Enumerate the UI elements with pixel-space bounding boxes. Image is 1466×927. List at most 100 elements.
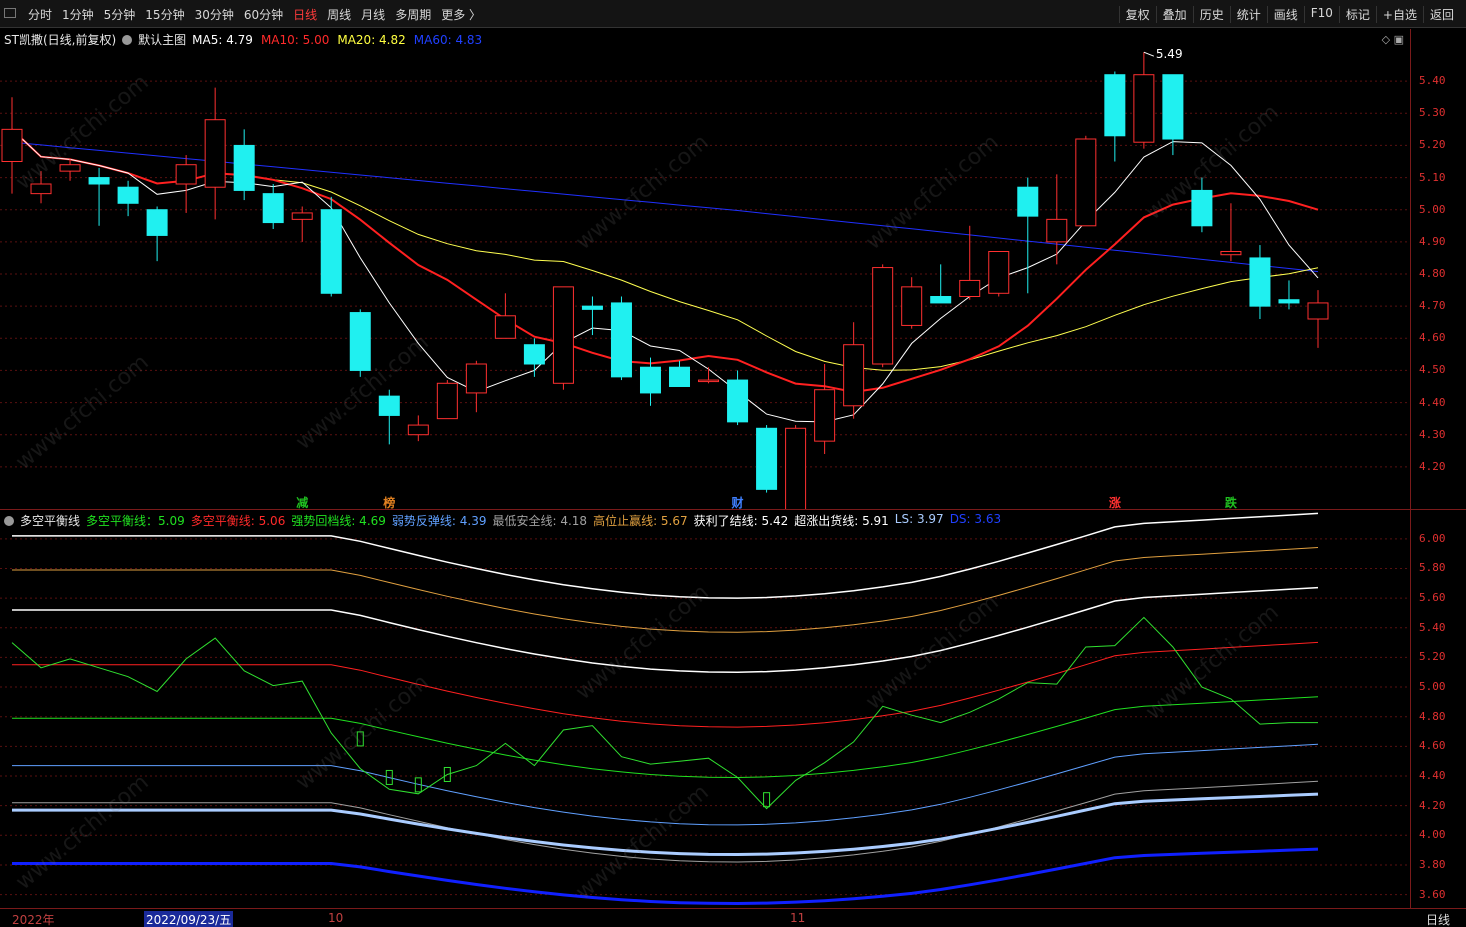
candle-body (117, 186, 139, 204)
sub-tick-1: 5.80 (1419, 561, 1446, 575)
candle-body (1162, 74, 1184, 140)
template-dropdown-icon[interactable] (122, 34, 133, 45)
candlestick-chart[interactable]: 5.49← 4.04 (0, 29, 1466, 509)
tool-button-0[interactable]: 复权 (1118, 6, 1156, 23)
candle-body (436, 382, 458, 420)
tab-9[interactable]: 多周期 (395, 6, 431, 23)
sub-tick-5: 5.00 (1419, 680, 1446, 694)
tool-button-2[interactable]: 历史 (1192, 6, 1230, 23)
tab-10[interactable]: 更多 〉 (441, 6, 481, 23)
indicator-axis: 6.00 5.80 5.60 5.40 5.20 5.00 4.80 4.60 4.40 4.20… (1410, 510, 1466, 908)
sub-tick-10: 4.00 (1419, 828, 1446, 842)
high-pointer (1143, 51, 1155, 57)
tab-8[interactable]: 月线 (361, 6, 385, 23)
candle-body (465, 363, 487, 394)
candle-body (59, 164, 81, 172)
indicator-legend: 多空平衡线 多空平衡线：5.09 多空平衡线: 5.06 强势回档线: 4.69 弱势… (4, 512, 1001, 529)
price-tick-8: 4.60 (1419, 331, 1446, 345)
ds-line (12, 847, 1319, 906)
candle-body (930, 296, 952, 304)
candle-body (1278, 299, 1300, 304)
main-legend: ST凯撒(日线,前复权) 默认主图 MA5: 4.79 MA10: 5.00 MA2… (4, 31, 482, 48)
tab-1[interactable]: 1分钟 (62, 6, 94, 23)
candle-body (639, 366, 661, 394)
month-oct-label: 10 (328, 911, 344, 925)
candle-body (1220, 251, 1242, 256)
candle-body (88, 177, 110, 185)
balance-green-line (11, 616, 1318, 810)
indicator-dropdown-icon[interactable] (4, 515, 14, 526)
sub-tick-9: 4.20 (1419, 798, 1446, 812)
indicator-legend-2: 强势回档线: 4.69 (291, 514, 386, 528)
indicator-name[interactable]: 多空平衡线 (20, 512, 80, 529)
tab-2[interactable]: 5分钟 (104, 6, 136, 23)
tool-button-5[interactable]: F10 (1303, 6, 1339, 23)
price-tick-6: 4.80 (1419, 267, 1446, 280)
candle-body (756, 427, 778, 490)
price-tick-2: 5.20 (1419, 138, 1446, 152)
indicator-panel[interactable]: 多空平衡线 多空平衡线：5.09 多空平衡线: 5.06 强势回档线: 4.69 弱势… (0, 510, 1466, 908)
high-price-label: 5.49 (1156, 47, 1183, 61)
year-label: 2022年 (12, 913, 55, 927)
price-tick-11: 4.30 (1419, 427, 1446, 441)
candle-body (204, 119, 226, 188)
candle-body (523, 344, 545, 365)
tab-3[interactable]: 15分钟 (145, 6, 184, 23)
tab-4[interactable]: 30分钟 (195, 6, 234, 23)
candle-body (1, 128, 23, 162)
sub-tick-12: 3.60 (1419, 887, 1446, 901)
selected-date: 2022/09/23/五 (144, 911, 234, 927)
tab-7[interactable]: 周线 (327, 6, 351, 23)
candle-body (262, 193, 284, 224)
tool-button-8[interactable]: 返回 (1422, 6, 1460, 23)
indicator-legend-9: DS: 3.63 (949, 512, 1002, 526)
sub-tick-0: 6.00 (1419, 531, 1446, 545)
tool-button-1[interactable]: 叠加 (1155, 6, 1193, 23)
sub-tick-6: 4.80 (1419, 709, 1446, 723)
candle-body (1075, 138, 1097, 227)
price-tick-9: 4.50 (1419, 363, 1446, 377)
menu-icon[interactable] (4, 8, 16, 18)
candle-body (349, 312, 371, 371)
candle-body (552, 286, 574, 384)
price-tick-0: 5.40 (1419, 74, 1446, 88)
candle-body (320, 209, 342, 294)
tab-6[interactable]: 日线 (293, 6, 317, 23)
tool-button-7[interactable]: +自选 (1375, 6, 1423, 23)
candle-body (785, 427, 807, 509)
candle-body (581, 305, 603, 310)
main-chart-panel[interactable]: 5.49← 4.04 ST凯撒(日线,前复权) 默认主图 MA5: 4.79MA… (0, 29, 1466, 510)
candle-body (843, 344, 865, 407)
period-indicator[interactable]: 日线 (1426, 911, 1450, 927)
indicator-legend-5: 高位止赢线: 5.67 (593, 514, 688, 528)
template-name[interactable]: 默认主图 (138, 31, 186, 48)
price-axis: 5.40 5.30 5.20 5.10 5.00 4.90 4.80 4.70 4.60 4.50… (1410, 29, 1466, 509)
tab-5[interactable]: 60分钟 (244, 6, 283, 23)
tool-buttons: 复权 叠加 历史 统计 画线 F10 标记 +自选 返回 (1118, 6, 1460, 23)
indicator-legend-0: 多空平衡线：5.09 (86, 514, 185, 528)
candle-body (669, 366, 691, 388)
tool-button-4[interactable]: 画线 (1266, 6, 1304, 23)
candle-body (146, 209, 168, 236)
tab-0[interactable]: 分时 (28, 6, 52, 23)
price-tick-10: 4.40 (1419, 395, 1446, 409)
candle-body (1249, 257, 1271, 307)
candle-body (698, 379, 720, 383)
candle-body (1104, 74, 1126, 137)
indicator-legend-3: 弱势反弹线: 4.39 (391, 514, 487, 528)
sub-tick-2: 5.60 (1419, 591, 1446, 605)
sub-tick-7: 4.60 (1419, 739, 1446, 753)
tool-button-3[interactable]: 统计 (1229, 6, 1267, 23)
indicator-legend-8: LS: 3.97 (894, 512, 944, 526)
indicator-chart[interactable] (0, 510, 1466, 908)
ma-legend-2: MA20: 4.82 (337, 32, 406, 47)
price-tick-1: 5.30 (1419, 106, 1446, 120)
panel-control-icons[interactable]: ◇ ▣ (1382, 33, 1404, 46)
sub-tick-3: 5.40 (1419, 620, 1446, 634)
indicator-legend-6: 获利了结线: 5.42 (693, 514, 789, 528)
candle-body (1191, 189, 1213, 227)
candle-body (1017, 186, 1039, 217)
tool-button-6[interactable]: 标记 (1338, 6, 1376, 23)
candle-body (727, 379, 749, 423)
price-tick-3: 5.10 (1419, 170, 1446, 184)
